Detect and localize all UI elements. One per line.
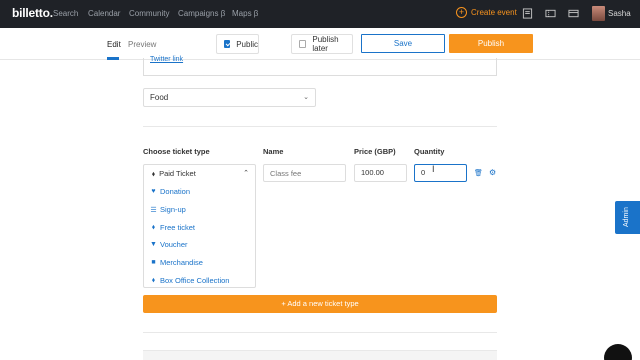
plus-circle-icon: + — [456, 7, 467, 18]
ticket-type-selected-label: Paid Ticket — [159, 169, 196, 178]
ticket-type-option[interactable]: ☰ Sign-up — [150, 205, 186, 214]
ticket-type-option[interactable]: ♥ Donation — [150, 187, 190, 196]
avatar[interactable] — [592, 6, 605, 21]
ticket-quantity-input[interactable]: 0 — [414, 164, 467, 182]
chat-bubble-button[interactable] — [604, 344, 632, 360]
create-event-label: Create event — [471, 8, 517, 17]
tag-icon: ⬧ — [151, 276, 156, 284]
ticket-icon[interactable] — [545, 8, 556, 19]
ticket-type-dropdown[interactable]: ⬧ Paid Ticket ⌃ ♥ Donation ☰ Sign-up ⬧ F… — [143, 164, 256, 288]
tab-edit[interactable]: Edit — [107, 40, 121, 49]
chevron-down-icon: ⌄ — [303, 94, 309, 101]
ticket-type-option[interactable]: ■ Merchandise — [150, 258, 203, 267]
document-icon[interactable] — [522, 8, 533, 19]
chevron-up-icon: ⌃ — [243, 170, 249, 177]
ticket-type-header: Choose ticket type — [143, 147, 210, 156]
section-divider — [143, 126, 497, 127]
add-ticket-type-button[interactable]: + Add a new ticket type — [143, 295, 497, 313]
social-links-textarea[interactable] — [143, 58, 497, 76]
list-icon: ☰ — [150, 206, 157, 214]
ticket-quantity-header: Quantity — [414, 147, 445, 156]
text-cursor-icon: I — [432, 164, 435, 174]
tag-icon: ⬧ — [151, 223, 156, 231]
section-divider — [143, 332, 497, 333]
heart-icon: ♥ — [151, 188, 156, 195]
publish-later-checkbox[interactable] — [299, 40, 307, 48]
publish-button[interactable]: Publish — [449, 34, 533, 53]
ticket-type-option-label: Box Office Collection — [160, 276, 230, 285]
admin-side-tab[interactable]: Admin — [615, 201, 640, 234]
publish-later-toggle[interactable]: Publish later — [291, 34, 353, 54]
ticket-type-option-label: Merchandise — [160, 258, 203, 267]
admin-label: Admin — [623, 207, 630, 227]
nav-search[interactable]: Search — [53, 9, 78, 18]
ticket-name-input[interactable] — [263, 164, 346, 182]
nav-campaigns[interactable]: Campaigns β — [178, 9, 225, 18]
publish-later-label: Publish later — [312, 35, 339, 53]
billetto-logo[interactable]: billetto. — [12, 6, 53, 20]
top-navbar: billetto. Search Calendar Community Camp… — [0, 0, 640, 28]
ticket-type-option-label: Voucher — [160, 240, 188, 249]
username[interactable]: Sasha — [608, 9, 631, 18]
tab-preview[interactable]: Preview — [128, 40, 156, 49]
nav-calendar[interactable]: Calendar — [88, 9, 120, 18]
category-value: Food — [150, 93, 169, 102]
credit-card-icon[interactable] — [568, 8, 579, 19]
gear-icon[interactable]: ⚙ — [489, 168, 496, 177]
nav-maps[interactable]: Maps β — [232, 9, 258, 18]
public-checkbox[interactable] — [224, 40, 231, 48]
nav-community[interactable]: Community — [129, 9, 169, 18]
ticket-type-option-label: Donation — [160, 187, 191, 196]
ticket-type-option-label: Sign-up — [160, 205, 186, 214]
trash-icon[interactable]: 🗑 — [474, 169, 483, 177]
ticket-type-selected[interactable]: ⬧ Paid Ticket ⌃ — [144, 165, 255, 182]
create-event-link[interactable]: + Create event — [456, 7, 517, 18]
ticket-type-option[interactable]: ⬧ Free ticket — [150, 223, 195, 232]
twitter-link[interactable]: Twitter link — [150, 56, 183, 63]
ticket-type-option[interactable]: ▼ Voucher — [150, 240, 188, 249]
ticket-price-header: Price (GBP) — [354, 147, 396, 156]
public-toggle[interactable]: Public — [216, 34, 259, 54]
next-section-panel — [143, 350, 497, 360]
trophy-icon: ▼ — [150, 241, 157, 248]
gift-icon: ■ — [151, 259, 156, 266]
category-select[interactable]: Food ⌄ — [143, 88, 316, 107]
ticket-type-option-label: Free ticket — [160, 223, 196, 232]
ticket-name-header: Name — [263, 147, 284, 156]
ticket-price-input[interactable]: 100.00 — [354, 164, 407, 182]
active-tab-indicator — [107, 57, 119, 60]
ticket-type-option[interactable]: ⬧ Box Office Collection — [150, 276, 230, 285]
public-label: Public — [236, 39, 258, 49]
save-button[interactable]: Save — [361, 34, 445, 53]
tag-icon: ⬧ — [151, 171, 156, 178]
